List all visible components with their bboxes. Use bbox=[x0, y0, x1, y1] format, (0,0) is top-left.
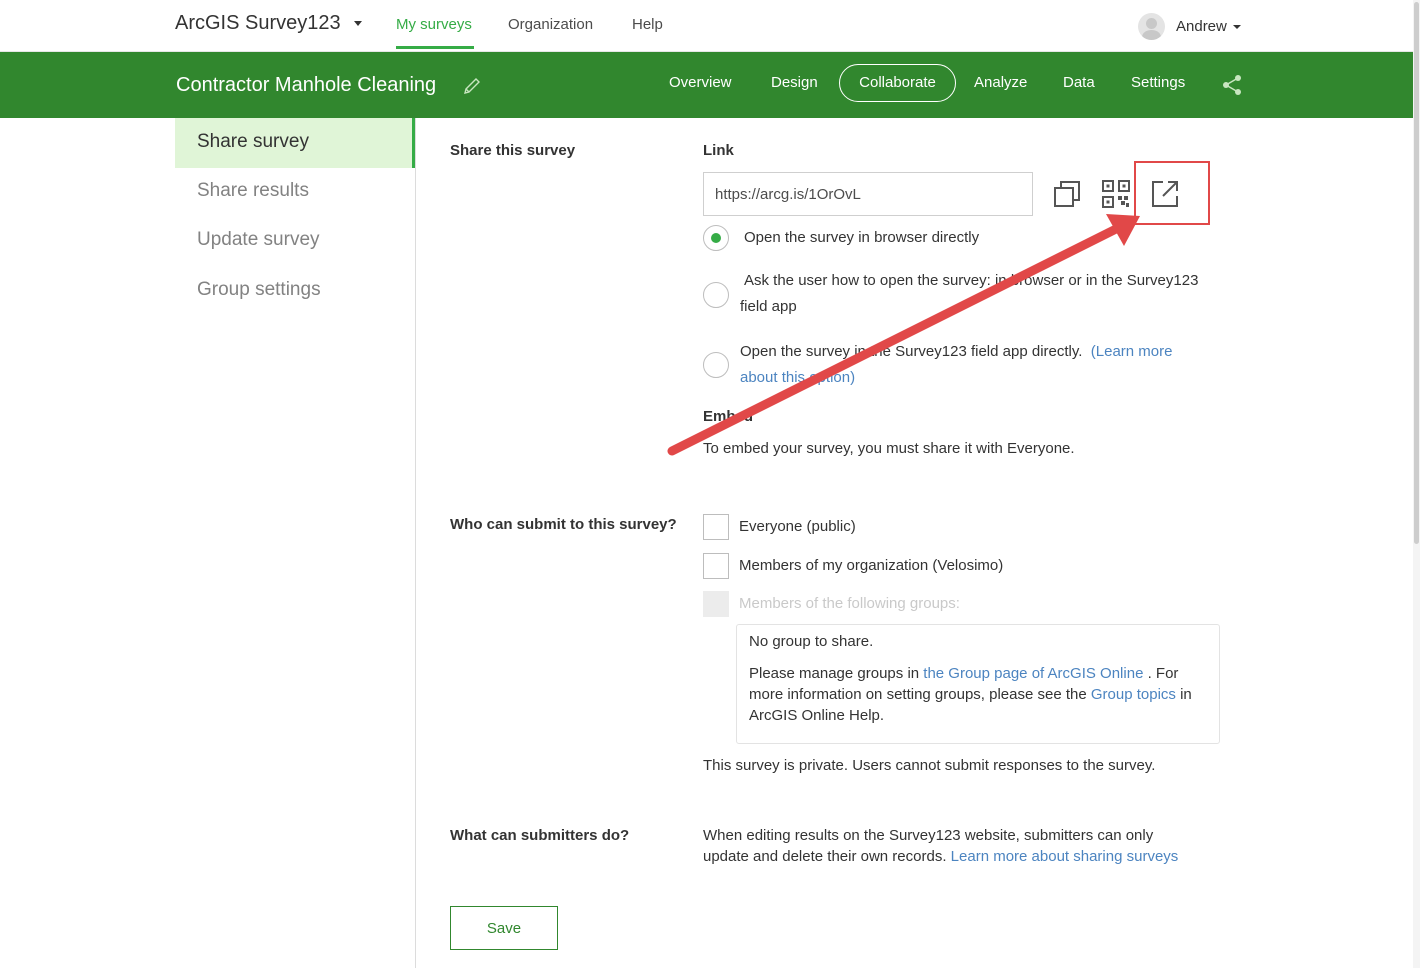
group-topics-text: more information on setting groups, plea… bbox=[749, 684, 1192, 705]
submitters-text-line1: When editing results on the Survey123 we… bbox=[703, 827, 1154, 844]
manage-groups-text: Please manage groups in the Group page o… bbox=[749, 663, 1178, 684]
checkbox-groups bbox=[703, 591, 729, 617]
private-notice: This survey is private. Users cannot sub… bbox=[703, 757, 1156, 774]
tab-design[interactable]: Design bbox=[771, 74, 818, 91]
sidebar-item-group-settings[interactable]: Group settings bbox=[175, 266, 415, 316]
learn-more-sharing-link[interactable]: Learn more about sharing surveys bbox=[951, 848, 1179, 865]
manage-groups-prefix: Please manage groups in bbox=[749, 665, 924, 682]
share-icon[interactable] bbox=[1222, 74, 1242, 96]
checkbox-organization-label: Members of my organization (Velosimo) bbox=[739, 557, 1004, 574]
tab-data[interactable]: Data bbox=[1063, 74, 1095, 91]
radio-ask-user-label-line1: Ask the user how to open the survey: in … bbox=[744, 272, 1199, 289]
checkbox-organization[interactable] bbox=[703, 553, 729, 579]
pencil-icon[interactable] bbox=[462, 76, 482, 96]
learn-more-link-line2[interactable]: about this option) bbox=[740, 365, 855, 391]
manage-groups-suffix: . For bbox=[1143, 665, 1179, 682]
radio-open-field-app[interactable] bbox=[703, 352, 729, 378]
collaborate-sidebar: Share survey Share results Update survey… bbox=[175, 118, 416, 968]
radio-open-browser-label: Open the survey in browser directly bbox=[744, 229, 980, 246]
groups-panel: No group to share. Please manage groups … bbox=[736, 624, 1220, 744]
submitters-text-prefix: update and delete their own records. bbox=[703, 848, 951, 865]
brand-chevron-down-icon[interactable] bbox=[354, 21, 362, 26]
no-group-text: No group to share. bbox=[749, 633, 874, 650]
app-brand[interactable]: ArcGIS Survey123 bbox=[175, 12, 341, 35]
group-topics-suffix: in bbox=[1175, 686, 1192, 703]
tab-collaborate[interactable]: Collaborate bbox=[839, 64, 956, 102]
avatar[interactable] bbox=[1138, 13, 1165, 40]
tab-analyze[interactable]: Analyze bbox=[974, 74, 1027, 91]
survey-link-input[interactable] bbox=[703, 172, 1033, 216]
submitters-section-label: What can submitters do? bbox=[450, 827, 630, 844]
save-button[interactable]: Save bbox=[450, 906, 558, 950]
group-page-link[interactable]: the Group page of ArcGIS Online bbox=[923, 665, 1143, 682]
submit-section-label: Who can submit to this survey? bbox=[450, 516, 677, 533]
radio-open-field-app-label: Open the survey in the Survey123 field a… bbox=[740, 339, 1172, 365]
survey-header: Contractor Manhole Cleaning Overview Des… bbox=[0, 52, 1420, 118]
nav-my-surveys[interactable]: My surveys bbox=[396, 16, 472, 33]
sidebar-item-share-results[interactable]: Share results bbox=[175, 167, 415, 217]
qr-code-icon[interactable] bbox=[1101, 179, 1131, 209]
top-navigation: ArcGIS Survey123 My surveys Organization… bbox=[0, 0, 1420, 52]
share-section-label: Share this survey bbox=[450, 142, 576, 159]
sidebar-item-update-survey[interactable]: Update survey bbox=[175, 216, 415, 266]
open-link-highlight bbox=[1134, 161, 1210, 225]
radio-open-field-app-text: Open the survey in the Survey123 field a… bbox=[740, 343, 1083, 360]
active-nav-underline bbox=[396, 46, 474, 49]
survey-title: Contractor Manhole Cleaning bbox=[176, 74, 437, 96]
scrollbar-thumb[interactable] bbox=[1414, 2, 1419, 544]
embed-title: Embed bbox=[703, 408, 754, 425]
user-chevron-down-icon[interactable] bbox=[1233, 25, 1241, 29]
checkbox-everyone-label: Everyone (public) bbox=[739, 518, 856, 535]
group-topics-prefix: more information on setting groups, plea… bbox=[749, 686, 1091, 703]
user-menu[interactable]: Andrew bbox=[1176, 18, 1227, 35]
submitters-text-line2: update and delete their own records. Lea… bbox=[703, 846, 1178, 867]
link-title: Link bbox=[703, 142, 734, 159]
checkbox-everyone[interactable] bbox=[703, 514, 729, 540]
group-topics-link[interactable]: Group topics bbox=[1091, 686, 1176, 703]
radio-ask-user[interactable] bbox=[703, 282, 729, 308]
embed-notice: To embed your survey, you must share it … bbox=[703, 440, 1075, 457]
learn-more-link[interactable]: (Learn more bbox=[1091, 343, 1173, 360]
copy-icon[interactable] bbox=[1052, 179, 1082, 209]
tab-overview[interactable]: Overview bbox=[669, 74, 732, 91]
radio-open-browser[interactable] bbox=[703, 225, 729, 251]
nav-help[interactable]: Help bbox=[632, 16, 663, 33]
radio-ask-user-label-line2: field app bbox=[740, 298, 797, 315]
sidebar-item-share-survey[interactable]: Share survey bbox=[175, 118, 415, 168]
nav-organization[interactable]: Organization bbox=[508, 16, 593, 33]
tab-settings[interactable]: Settings bbox=[1131, 74, 1185, 91]
online-help-text: ArcGIS Online Help. bbox=[749, 707, 885, 724]
checkbox-groups-label: Members of the following groups: bbox=[739, 595, 960, 612]
